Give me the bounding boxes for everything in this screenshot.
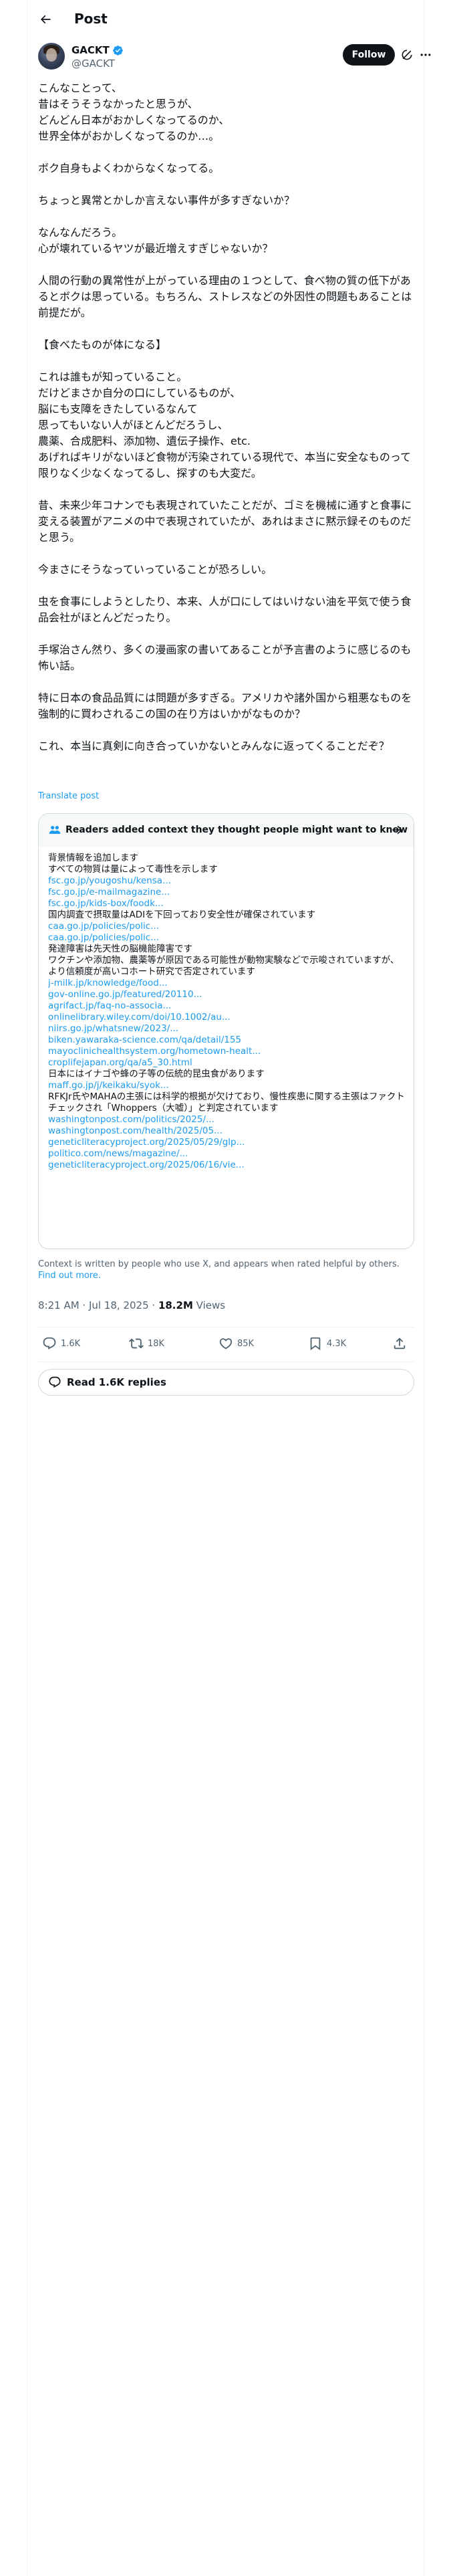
people-icon [49, 826, 61, 834]
note-text-line: RFKJr氏やMAHAの主張には科学的根拠が欠けており、慢性疾患に関する主張はフ… [48, 1091, 405, 1113]
read-replies-label: Read 1.6K replies [67, 1376, 166, 1388]
note-text-line: 国内調査で摂取量はADIを下回っており安全性が確保されています [48, 909, 316, 920]
share-icon [394, 1337, 406, 1350]
community-note-footer-text: Context is written by people who use X, … [38, 1259, 400, 1269]
verified-badge-icon [113, 45, 123, 56]
bookmark-count: 4.3K [327, 1338, 347, 1349]
community-note-footer: Context is written by people who use X, … [38, 1259, 412, 1281]
bookmark-icon [310, 1337, 321, 1351]
repost-count: 18K [148, 1338, 165, 1349]
post-timestamp[interactable]: 8:21 AM · Jul 18, 2025 · [38, 1299, 158, 1311]
community-note-content: 背景情報を追加します すべての物質は量によって毒性を示します fsc.go.jp/y… [48, 853, 406, 1171]
note-source-link[interactable]: fsc.go.jp/yougoshu/kensa... [48, 875, 406, 887]
note-text-line: ワクチンや添加物、農薬等が原因である可能性が動物実験などで示唆されていますが、よ… [48, 955, 400, 977]
author-handle[interactable]: @GACKT [71, 58, 115, 70]
reply-button[interactable]: 1.6K [42, 1336, 80, 1351]
note-source-link[interactable]: onlinelibrary.wiley.com/doi/10.1002/au..… [48, 1012, 406, 1023]
follow-button[interactable]: Follow [343, 44, 395, 66]
share-button[interactable] [392, 1336, 407, 1351]
reply-icon [49, 1376, 61, 1388]
repost-icon [129, 1338, 144, 1349]
note-text-line: 発達障害は先天性の脳機能障害です [48, 944, 192, 954]
note-source-link[interactable]: maff.go.jp/j/keikaku/syok... [48, 1080, 406, 1091]
action-bar: 1.6K 18K 85K 4.3K [38, 1328, 414, 1360]
note-source-link[interactable]: biken.yawaraka-science.com/qa/detail/155 [48, 1035, 406, 1046]
note-source-link[interactable]: gov-online.go.jp/featured/20110... [48, 989, 406, 1000]
reply-count: 1.6K [61, 1338, 81, 1349]
views-label: Views [192, 1299, 226, 1311]
page-title: Post [74, 11, 108, 27]
like-button[interactable]: 85K [218, 1336, 254, 1351]
back-arrow-icon [40, 15, 51, 24]
back-button[interactable] [34, 8, 57, 31]
community-note: Readers added context they thought peopl… [38, 813, 414, 1249]
note-source-link[interactable]: geneticliteracyproject.org/2025/05/29/gl… [48, 1137, 406, 1148]
note-source-link[interactable]: geneticliteracyproject.org/2025/06/16/vi… [48, 1160, 406, 1171]
page: Post GACKT @GACKT Follow こんなことって、 昔はそうそう… [0, 0, 451, 2576]
note-text-line: 日本にはイナゴや蜂の子等の伝統的昆虫食があります [48, 1069, 265, 1079]
more-icon[interactable] [419, 48, 432, 62]
note-source-link[interactable]: niirs.go.jp/whatsnew/2023/... [48, 1023, 406, 1035]
author-name[interactable]: GACKT [71, 44, 110, 56]
note-source-link[interactable]: politico.com/news/magazine/... [48, 1148, 406, 1160]
note-source-link[interactable]: washingtonpost.com/politics/2025/... [48, 1114, 406, 1125]
note-source-link[interactable]: fsc.go.jp/e-mailmagazine... [48, 887, 406, 898]
like-count: 85K [237, 1338, 255, 1349]
arrow-right-icon[interactable] [391, 823, 404, 837]
views-count: 18.2M [158, 1299, 193, 1311]
repost-button[interactable]: 18K [129, 1336, 164, 1351]
reply-icon [43, 1337, 56, 1350]
translate-post-link[interactable]: Translate post [38, 791, 99, 801]
tweet-text: こんなことって、 昔はそうそうなかったと思うが、 どんどん日本がおかしくなってる… [38, 82, 412, 752]
post-meta: 8:21 AM · Jul 18, 2025 · 18.2M Views [38, 1299, 225, 1311]
avatar[interactable] [38, 43, 65, 70]
note-source-link[interactable]: j-milk.jp/knowledge/food... [48, 978, 406, 989]
note-text-line: 背景情報を追加します [48, 853, 138, 863]
avatar-face [46, 48, 57, 62]
note-text-line: すべての物質は量によって毒性を示します [48, 864, 218, 875]
note-source-link[interactable]: mayoclinichealthsystem.org/hometown-heal… [48, 1046, 406, 1057]
grok-icon[interactable] [400, 48, 414, 62]
read-replies-button[interactable]: Read 1.6K replies [38, 1369, 414, 1396]
header: Post [27, 0, 424, 37]
bookmark-button[interactable]: 4.3K [308, 1336, 346, 1351]
note-source-link[interactable]: croplifejapan.org/qa/a5_30.html [48, 1057, 406, 1069]
community-note-title: Readers added context they thought peopl… [65, 825, 408, 835]
like-icon [219, 1338, 233, 1350]
note-source-link[interactable]: caa.go.jp/policies/polic... [48, 932, 406, 944]
note-source-link[interactable]: agrifact.jp/faq-no-associa... [48, 1000, 406, 1012]
find-out-more-link[interactable]: Find out more. [38, 1271, 101, 1281]
note-source-link[interactable]: fsc.go.jp/kids-box/foodk... [48, 898, 406, 909]
main-column: Post GACKT @GACKT Follow こんなことって、 昔はそうそう… [27, 0, 431, 2576]
community-note-header[interactable]: Readers added context they thought peopl… [39, 814, 414, 847]
author-name-row[interactable]: GACKT [71, 44, 124, 56]
note-source-link[interactable]: washingtonpost.com/health/2025/05... [48, 1125, 406, 1137]
note-source-link[interactable]: caa.go.jp/policies/polic... [48, 921, 406, 932]
